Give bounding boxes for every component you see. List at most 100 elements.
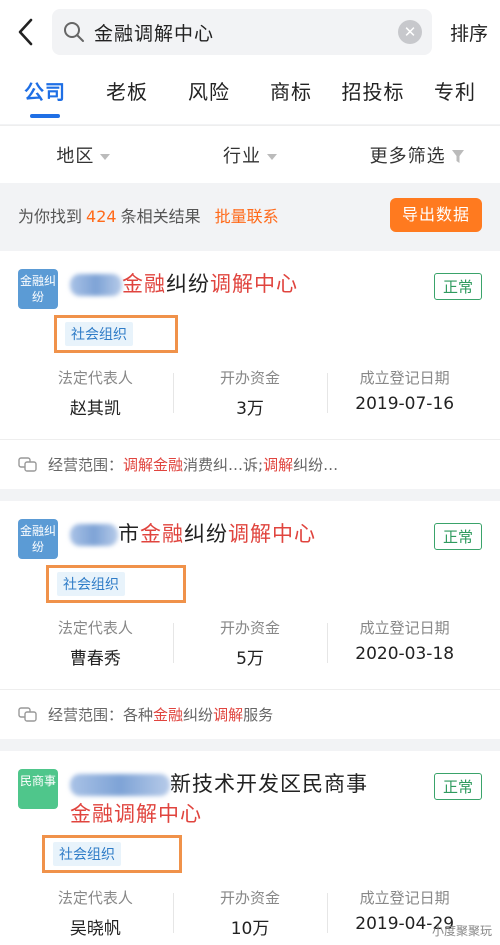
stat-legal-rep: 法定代表人 赵其凯 [18,367,173,419]
card-header: 民商事 新技术开发区民商事 金融调解中心 正常 [18,769,482,829]
company-card[interactable]: 民商事 新技术开发区民商事 金融调解中心 正常 社会组织 法定代表人吴晓帆 开办资… [0,751,500,945]
tab-company[interactable]: 公司 [4,64,86,124]
result-prefix: 为你找到 [18,207,83,226]
sort-button[interactable]: 排序 [432,19,488,46]
reg-date-value: 2020-03-18 [355,644,455,664]
title-text: 纠纷 [166,272,210,296]
company-card[interactable]: 金融纠纷 金融纠纷调解中心 正常 社会组织 法定代表人 赵其凯 开办资金 3万 成立… [0,251,500,489]
stat-legal-rep: 法定代表人 曹春秀 [18,617,173,669]
stat-label: 法定代表人 [57,889,133,907]
title-highlight: 调解中心 [228,522,316,546]
result-suffix: 条相关结果 [120,207,201,226]
caret-down-icon [267,153,277,160]
scope-text: 服务 [243,706,274,724]
back-button[interactable] [8,12,44,52]
company-stats: 法定代表人曹春秀 开办资金 5万 成立登记日期 2020-03-18 [18,617,482,689]
export-data-button[interactable]: 导出数据 [389,198,482,232]
clear-icon[interactable]: ✕ [398,20,422,44]
tag-highlight-box: 社会组织 [46,565,186,603]
business-scope: 经营范围： 各种 金融 纠纷 调解 服务 [0,689,500,739]
tag-highlight-box: 社会组织 [54,315,178,353]
scope-highlight: 调解 [263,456,294,474]
company-stats: 法定代表人赵其凯 开办资金 3万 成立登记日期 2019-07-16 [18,367,482,439]
stat-label: 法定代表人 [57,369,133,387]
org-type-tag: 社会组织 [65,322,133,346]
status-badge: 正常 [433,273,482,300]
search-icon [64,22,84,42]
org-type-tag: 社会组织 [53,842,121,866]
legal-rep-value[interactable]: 曹春秀 [18,644,173,669]
company-logo: 民商事 [18,769,58,809]
watermark: 小度聚聚玩 [431,924,492,938]
card-header: 金融纠纷 金融纠纷调解中心 正常 [18,269,482,309]
result-summary: 为你找到 424 条相关结果 批量联系 导出数据 [0,187,500,243]
stat-label: 成立登记日期 [359,619,450,637]
business-scope: 经营范围： 调解金融 消费纠…诉; 调解 纠纷… [0,439,500,489]
category-tabs: 公司 老板 风险 商标 招投标 专利 [0,64,500,124]
redacted-text [70,524,118,546]
scope-text: 纠纷 [183,706,214,724]
redacted-text [70,774,170,796]
scope-label: 经营范围： [48,456,124,474]
tab-bidding[interactable]: 招投标 [332,64,414,124]
title-text: 市 [118,522,140,546]
stat-label: 法定代表人 [57,619,133,637]
stat-label: 成立登记日期 [359,889,450,907]
stat-label: 开办资金 [220,369,281,387]
title-highlight: 金融 [122,272,166,296]
chevron-left-icon [18,18,33,46]
title-text: 新技术开发区民商事 [170,772,368,796]
batch-contact-link[interactable]: 批量联系 [215,203,279,227]
scope-highlight: 调解金融 [123,456,184,474]
stat-legal-rep: 法定代表人 吴晓帆 [18,887,173,939]
app: 金融调解中心 ✕ 排序 公司 老板 风险 商标 招投标 专利 地区 行业 更多筛… [0,0,500,945]
title-text: 纠纷 [184,522,228,546]
tab-patent[interactable]: 专利 [414,64,496,124]
tag-highlight-box: 社会组织 [42,835,182,873]
scope-highlight: 金融 [153,706,184,724]
scope-text: 消费纠…诉; [183,456,264,474]
title-highlight: 金融 [140,522,184,546]
copy-icon [18,706,37,722]
result-count-text: 为你找到 424 条相关结果 [18,203,201,227]
tab-boss[interactable]: 老板 [86,64,168,124]
company-name[interactable]: 市金融纠纷调解中心 [70,519,426,549]
company-logo: 金融纠纷 [18,519,58,559]
scope-highlight: 调解 [213,706,244,724]
legal-rep-value[interactable]: 吴晓帆 [18,914,173,939]
stat-reg-date: 成立登记日期 2020-03-18 [327,617,482,669]
scope-label: 经营范围： [48,706,124,724]
filter-industry[interactable]: 行业 [167,142,334,168]
stat-capital: 开办资金 3万 [172,367,328,419]
filter-more-label: 更多筛选 [369,145,446,167]
filter-region[interactable]: 地区 [0,142,167,168]
filter-region-label: 地区 [56,145,95,167]
filter-bar: 地区 行业 更多筛选 [0,125,500,183]
search-input[interactable]: 金融调解中心 ✕ [52,9,432,55]
org-type-tag: 社会组织 [57,572,125,596]
stat-capital: 开办资金 10万 [172,887,328,939]
stat-capital: 开办资金 5万 [172,617,328,669]
stat-label: 成立登记日期 [359,369,450,387]
company-name[interactable]: 金融纠纷调解中心 [70,269,426,299]
tab-risk[interactable]: 风险 [168,64,250,124]
title-highlight: 调解中心 [210,272,298,296]
filter-industry-label: 行业 [223,145,261,167]
company-logo: 金融纠纷 [18,269,58,309]
scope-text: 各种 [123,706,154,724]
funnel-icon [451,150,464,163]
company-card[interactable]: 金融纠纷 市金融纠纷调解中心 正常 社会组织 法定代表人 曹春秀 开办资金 5万 成… [0,501,500,739]
result-count: 424 [86,207,117,226]
company-name[interactable]: 新技术开发区民商事 金融调解中心 [70,769,426,829]
card-header: 金融纠纷 市金融纠纷调解中心 正常 [18,519,482,559]
status-badge: 正常 [433,773,482,800]
caret-down-icon [100,153,111,160]
stat-label: 开办资金 [220,889,281,907]
reg-date-value: 2019-07-16 [355,394,455,414]
capital-value: 3万 [236,399,264,419]
legal-rep-value[interactable]: 赵其凯 [18,394,173,419]
scope-text: 纠纷… [293,456,339,474]
copy-icon [18,456,37,472]
filter-more[interactable]: 更多筛选 [333,142,500,168]
tab-trademark[interactable]: 商标 [250,64,332,124]
